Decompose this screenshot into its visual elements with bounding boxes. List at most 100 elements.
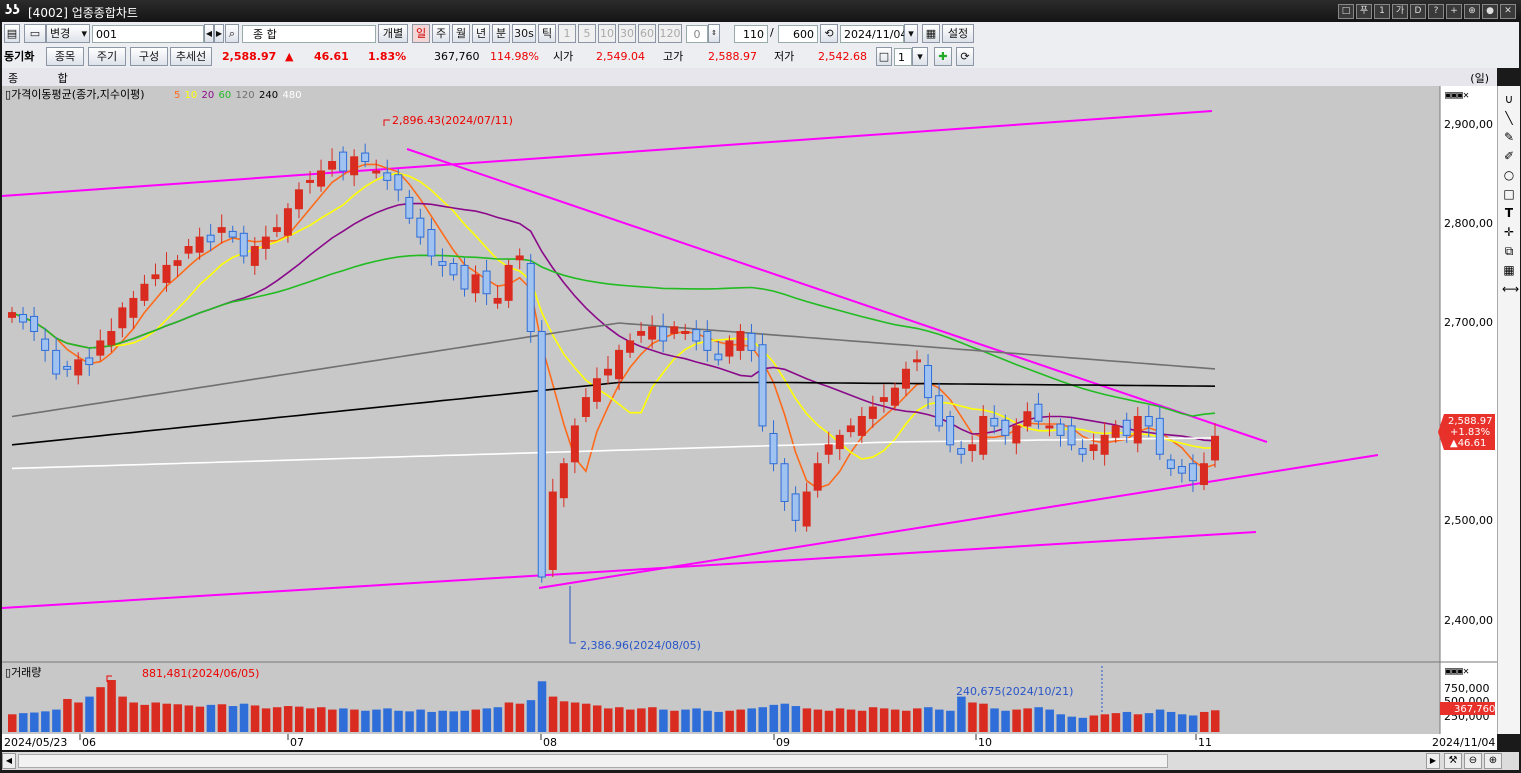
window-control-icon[interactable]: ●	[1482, 4, 1498, 19]
period-tab[interactable]: 틱	[538, 24, 556, 43]
ellipse-icon[interactable]: ○	[1502, 166, 1516, 185]
date-input[interactable]: 2024/11/04	[840, 25, 907, 43]
candle-body	[383, 172, 392, 181]
candle-body	[372, 170, 381, 174]
window-control-icon[interactable]: 1	[1374, 4, 1390, 19]
volume-bar	[305, 708, 315, 732]
interval-button[interactable]: 1	[558, 24, 576, 43]
window-control-icon[interactable]: 푸	[1356, 4, 1372, 19]
copy-icon[interactable]: ⧉	[1502, 242, 1516, 261]
rectangle-icon[interactable]: □	[1502, 185, 1516, 204]
image-icon[interactable]: ▦	[1502, 261, 1516, 280]
volume-bar	[670, 710, 679, 732]
volume-title: ▯거래량	[5, 666, 41, 679]
interval-button[interactable]: 120	[658, 24, 682, 43]
range-icon[interactable]: ⟷	[1502, 280, 1519, 299]
volume-pane-controls-icon[interactable]: ▣▣▣✕	[1445, 666, 1469, 677]
marker-icon[interactable]: ✐	[1502, 147, 1516, 166]
period-tab[interactable]: 월	[452, 24, 470, 43]
interval-input[interactable]: 0	[686, 25, 708, 43]
spin-dropdown-icon[interactable]: ▾	[912, 47, 928, 66]
period-tab[interactable]: 년	[472, 24, 490, 43]
volume-bar	[239, 703, 249, 732]
period-tab[interactable]: 일	[412, 24, 430, 43]
next-arrow-icon[interactable]: ▶	[214, 24, 224, 43]
window-control-icon[interactable]: ?	[1428, 4, 1444, 19]
cross-icon[interactable]: ✛	[1502, 223, 1516, 242]
change-label: 변경	[50, 27, 71, 40]
candle-body	[1056, 423, 1065, 436]
price-chart[interactable]: ▯가격이동평균(종가,지수이평) 5 10 20 60 120 240 480 2,900,…	[2, 86, 1497, 750]
volume-bar	[570, 702, 580, 732]
add-icon[interactable]: ✚	[934, 47, 952, 66]
zoom-in-icon[interactable]: ⊕	[1484, 753, 1502, 769]
pane-controls-icon[interactable]: ▣▣▣✕	[1445, 90, 1469, 101]
horizontal-scrollbar[interactable]: ◀ ▶ ⚒ ⊖ ⊕	[2, 752, 1519, 770]
period-tab[interactable]: 분	[492, 24, 510, 43]
window-control-icon[interactable]: □	[1338, 4, 1354, 19]
change-dropdown[interactable]: 변경 ▾	[46, 24, 90, 43]
compose-button[interactable]: 구성	[130, 47, 168, 66]
trendline-button[interactable]: 추세선	[170, 47, 212, 66]
window-control-icon[interactable]: ✕	[1500, 4, 1516, 19]
screen-icon[interactable]: ▭	[24, 24, 46, 43]
candle-body	[1155, 417, 1164, 455]
date-dropdown-icon[interactable]: ▾	[904, 24, 918, 43]
refresh-icon[interactable]: ⟳	[956, 47, 974, 66]
candle-body	[261, 236, 270, 249]
volume-bar	[879, 708, 889, 732]
scroll-thumb[interactable]	[18, 754, 1168, 768]
settings-button[interactable]: 설정	[942, 24, 974, 43]
color-box-icon[interactable]: □	[876, 47, 892, 66]
volume-bar	[405, 711, 414, 732]
interval-button[interactable]: 60	[638, 24, 656, 43]
spin-input[interactable]: 1	[894, 48, 912, 66]
window-control-icon[interactable]: D	[1410, 4, 1426, 19]
candle-body	[30, 315, 39, 333]
candle-body	[559, 463, 568, 499]
calendar-icon[interactable]: ▦	[922, 24, 940, 43]
window-control-icon[interactable]: +	[1446, 4, 1462, 19]
candle-body	[515, 255, 524, 261]
volume-bar	[228, 706, 238, 732]
individual-button[interactable]: 개별	[378, 24, 408, 43]
y-tick: 2,400,00	[1444, 614, 1493, 627]
prev-arrow-icon[interactable]: ◀	[204, 24, 214, 43]
period-tab[interactable]: 주	[432, 24, 450, 43]
chart-header: 종 합 (일)	[2, 68, 1497, 86]
interval-button[interactable]: 30	[618, 24, 636, 43]
tag-change: ▲46.61	[1450, 438, 1486, 449]
scroll-right-icon[interactable]: ▶	[1426, 753, 1440, 769]
interval-button[interactable]: 10	[598, 24, 616, 43]
scroll-left-icon[interactable]: ◀	[2, 753, 16, 769]
window-control-icon[interactable]: 가	[1392, 4, 1408, 19]
zoom-out-icon[interactable]: ⊖	[1464, 753, 1482, 769]
volume-bar	[85, 696, 94, 732]
count-input[interactable]: 110	[734, 25, 768, 43]
candle-body	[592, 378, 601, 402]
layout-icon[interactable]: ▤	[4, 24, 20, 43]
pen-icon[interactable]: ✎	[1502, 128, 1516, 147]
code-input[interactable]: 001	[92, 25, 204, 43]
search-icon[interactable]: ⌕	[225, 24, 239, 43]
period-button[interactable]: 주기	[88, 47, 126, 66]
period-tab[interactable]: 30s	[512, 24, 536, 43]
volume-bar	[63, 698, 72, 732]
interval-button[interactable]: 5	[578, 24, 596, 43]
candle-body	[537, 331, 546, 578]
x-axis-month: 07	[290, 736, 304, 749]
tool-icon[interactable]: ⚒	[1444, 753, 1462, 769]
low-value: 2,542.68	[818, 50, 867, 63]
cursor-icon[interactable]: ∪	[1502, 90, 1516, 109]
window-control-icon[interactable]: ⊕	[1464, 4, 1480, 19]
y-tick: 2,900,00	[1444, 118, 1493, 131]
indicator-title: ▯가격이동평균(종가,지수이평)	[5, 88, 145, 101]
total-input[interactable]: 600	[778, 25, 818, 43]
item-button[interactable]: 종목	[46, 47, 84, 66]
text-tool-icon[interactable]: T	[1502, 204, 1516, 223]
candle-body	[162, 264, 171, 283]
reset-icon[interactable]: ⟲	[820, 24, 838, 43]
volume-bar	[758, 707, 767, 732]
line-tool-icon[interactable]: ╲	[1502, 109, 1516, 128]
spin-icon[interactable]: ⇕	[708, 24, 720, 43]
